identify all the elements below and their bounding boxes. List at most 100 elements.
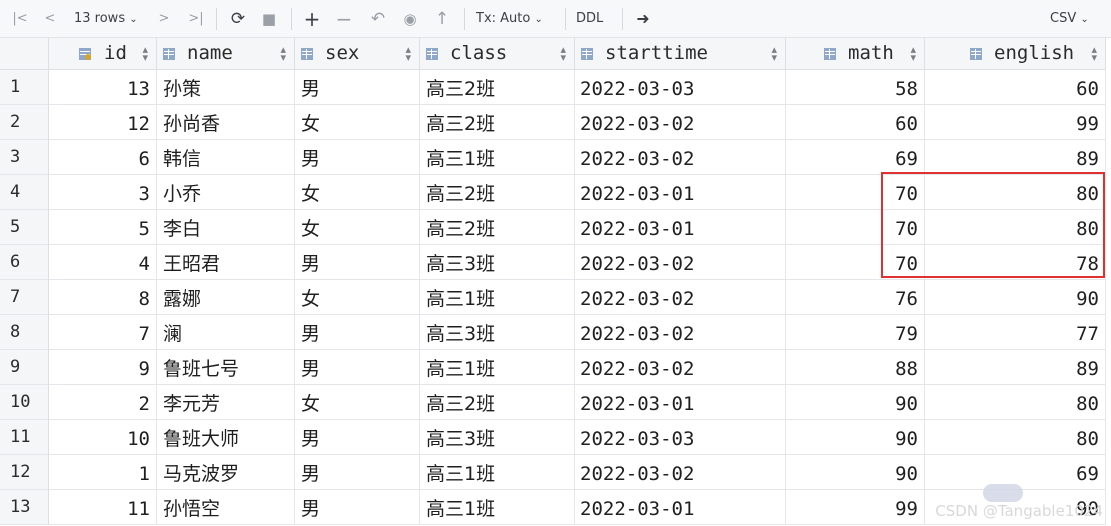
delete-row-icon[interactable]: − bbox=[332, 8, 356, 30]
cell-class[interactable]: 高三2班 bbox=[420, 175, 575, 210]
cell-sex[interactable]: 男 bbox=[295, 455, 420, 490]
cell-id[interactable]: 3 bbox=[49, 175, 157, 210]
sort-icon[interactable]: ▴ ▾ bbox=[771, 44, 777, 63]
cell-sex[interactable]: 女 bbox=[295, 280, 420, 315]
cell-starttime[interactable]: 2022-03-02 bbox=[575, 105, 786, 140]
cell-class[interactable]: 高三1班 bbox=[420, 350, 575, 385]
cell-starttime[interactable]: 2022-03-02 bbox=[575, 315, 786, 350]
table-row[interactable]: 9 9 鲁班七号 男 高三1班 2022-03-02 88 89 bbox=[0, 350, 1111, 385]
sort-icon[interactable]: ▴ ▾ bbox=[910, 44, 916, 63]
cell-starttime[interactable]: 2022-03-02 bbox=[575, 350, 786, 385]
cell-starttime[interactable]: 2022-03-01 bbox=[575, 385, 786, 420]
cell-sex[interactable]: 男 bbox=[295, 70, 420, 105]
cell-name[interactable]: 小乔 bbox=[157, 175, 295, 210]
cell-name[interactable]: 鲁班大师 bbox=[157, 420, 295, 455]
submit-icon[interactable]: ↑ bbox=[430, 8, 454, 30]
revert-icon[interactable]: ↶ bbox=[366, 8, 390, 30]
sort-icon[interactable]: ▴ ▾ bbox=[560, 44, 566, 63]
cell-english[interactable]: 90 bbox=[925, 280, 1106, 315]
cell-math[interactable]: 88 bbox=[786, 350, 925, 385]
cell-starttime[interactable]: 2022-03-02 bbox=[575, 280, 786, 315]
table-row[interactable]: 8 7 澜 男 高三3班 2022-03-02 79 77 bbox=[0, 315, 1111, 350]
preview-changes-icon[interactable]: ◉ bbox=[398, 8, 422, 30]
cell-class[interactable]: 高三1班 bbox=[420, 140, 575, 175]
cell-starttime[interactable]: 2022-03-02 bbox=[575, 245, 786, 280]
cell-id[interactable]: 10 bbox=[49, 420, 157, 455]
cell-math[interactable]: 76 bbox=[786, 280, 925, 315]
cell-math[interactable]: 69 bbox=[786, 140, 925, 175]
sort-icon[interactable]: ▴ ▾ bbox=[405, 44, 411, 63]
export-format-dropdown[interactable]: CSV ⌄ bbox=[1050, 8, 1104, 30]
cell-id[interactable]: 9 bbox=[49, 350, 157, 385]
cell-sex[interactable]: 男 bbox=[295, 420, 420, 455]
cell-math[interactable]: 99 bbox=[786, 490, 925, 525]
column-header-math[interactable]: math ▴ ▾ bbox=[786, 38, 925, 70]
cell-class[interactable]: 高三1班 bbox=[420, 455, 575, 490]
cell-name[interactable]: 孙尚香 bbox=[157, 105, 295, 140]
cell-id[interactable]: 13 bbox=[49, 70, 157, 105]
cell-class[interactable]: 高三3班 bbox=[420, 245, 575, 280]
cell-math[interactable]: 58 bbox=[786, 70, 925, 105]
cell-sex[interactable]: 男 bbox=[295, 315, 420, 350]
cell-starttime[interactable]: 2022-03-02 bbox=[575, 455, 786, 490]
column-header-sex[interactable]: sex ▴ ▾ bbox=[295, 38, 420, 70]
cell-math[interactable]: 90 bbox=[786, 385, 925, 420]
table-row[interactable]: 10 2 李元芳 女 高三2班 2022-03-01 90 80 bbox=[0, 385, 1111, 420]
next-page-icon[interactable]: > bbox=[154, 8, 174, 30]
cell-starttime[interactable]: 2022-03-01 bbox=[575, 210, 786, 245]
cell-starttime[interactable]: 2022-03-01 bbox=[575, 175, 786, 210]
cell-math[interactable]: 90 bbox=[786, 420, 925, 455]
cell-name[interactable]: 鲁班七号 bbox=[157, 350, 295, 385]
cell-name[interactable]: 澜 bbox=[157, 315, 295, 350]
cell-sex[interactable]: 男 bbox=[295, 140, 420, 175]
rows-count-dropdown[interactable]: 13 rows ⌄ bbox=[74, 8, 148, 30]
cell-id[interactable]: 2 bbox=[49, 385, 157, 420]
sort-icon[interactable]: ▴ ▾ bbox=[142, 44, 148, 63]
transaction-mode-dropdown[interactable]: Tx: Auto ⌄ bbox=[476, 8, 556, 30]
column-header-name[interactable]: name ▴ ▾ bbox=[157, 38, 295, 70]
cell-id[interactable]: 7 bbox=[49, 315, 157, 350]
column-header-starttime[interactable]: starttime ▴ ▾ bbox=[575, 38, 786, 70]
cell-english[interactable]: 89 bbox=[925, 350, 1106, 385]
cell-math[interactable]: 79 bbox=[786, 315, 925, 350]
cell-sex[interactable]: 女 bbox=[295, 175, 420, 210]
cell-starttime[interactable]: 2022-03-03 bbox=[575, 420, 786, 455]
cell-starttime[interactable]: 2022-03-01 bbox=[575, 490, 786, 525]
cell-english[interactable]: 77 bbox=[925, 315, 1106, 350]
table-row[interactable]: 12 1 马克波罗 男 高三1班 2022-03-02 90 69 bbox=[0, 455, 1111, 490]
cell-sex[interactable]: 男 bbox=[295, 350, 420, 385]
cell-english[interactable]: 99 bbox=[925, 105, 1106, 140]
cell-sex[interactable]: 女 bbox=[295, 105, 420, 140]
cell-sex[interactable]: 男 bbox=[295, 245, 420, 280]
cell-name[interactable]: 李元芳 bbox=[157, 385, 295, 420]
refresh-icon[interactable]: ⟳ bbox=[226, 8, 250, 30]
pin-icon[interactable]: ➜ bbox=[632, 8, 654, 30]
table-row[interactable]: 1 13 孙策 男 高三2班 2022-03-03 58 60 bbox=[0, 70, 1111, 105]
table-row[interactable]: 2 12 孙尚香 女 高三2班 2022-03-02 60 99 bbox=[0, 105, 1111, 140]
cell-math[interactable]: 60 bbox=[786, 105, 925, 140]
cell-name[interactable]: 马克波罗 bbox=[157, 455, 295, 490]
cell-sex[interactable]: 女 bbox=[295, 385, 420, 420]
cell-id[interactable]: 12 bbox=[49, 105, 157, 140]
table-row[interactable]: 3 6 韩信 男 高三1班 2022-03-02 69 89 bbox=[0, 140, 1111, 175]
cell-sex[interactable]: 女 bbox=[295, 210, 420, 245]
cell-class[interactable]: 高三3班 bbox=[420, 420, 575, 455]
cell-sex[interactable]: 男 bbox=[295, 490, 420, 525]
cell-name[interactable]: 露娜 bbox=[157, 280, 295, 315]
add-row-icon[interactable]: + bbox=[300, 8, 324, 30]
cell-id[interactable]: 4 bbox=[49, 245, 157, 280]
cell-class[interactable]: 高三1班 bbox=[420, 280, 575, 315]
cell-class[interactable]: 高三2班 bbox=[420, 385, 575, 420]
cell-starttime[interactable]: 2022-03-02 bbox=[575, 140, 786, 175]
cell-class[interactable]: 高三3班 bbox=[420, 315, 575, 350]
column-header-class[interactable]: class ▴ ▾ bbox=[420, 38, 575, 70]
first-page-icon[interactable]: |< bbox=[10, 8, 30, 30]
cell-id[interactable]: 6 bbox=[49, 140, 157, 175]
cell-name[interactable]: 韩信 bbox=[157, 140, 295, 175]
last-page-icon[interactable]: >| bbox=[184, 8, 208, 30]
sort-icon[interactable]: ▴ ▾ bbox=[1091, 44, 1097, 63]
column-header-english[interactable]: english ▴ ▾ bbox=[925, 38, 1106, 70]
table-row[interactable]: 11 10 鲁班大师 男 高三3班 2022-03-03 90 80 bbox=[0, 420, 1111, 455]
cell-name[interactable]: 王昭君 bbox=[157, 245, 295, 280]
cell-name[interactable]: 李白 bbox=[157, 210, 295, 245]
